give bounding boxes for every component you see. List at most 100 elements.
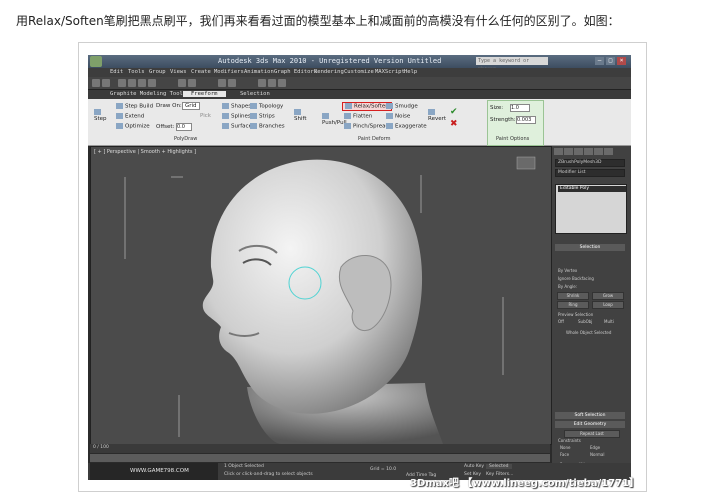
scale-icon[interactable] (148, 79, 156, 87)
flatten-button[interactable]: Flatten (344, 113, 372, 120)
preview-multi-radio[interactable]: Multi (604, 319, 614, 324)
align-icon[interactable] (228, 79, 236, 87)
preview-off-radio[interactable]: Off (558, 319, 564, 324)
object-name-field[interactable]: ZBrushPolyMesh3D (555, 159, 625, 167)
menu-help[interactable]: Help (404, 69, 417, 75)
extend-button[interactable]: Extend (116, 113, 144, 120)
stack-item-editable-poly[interactable]: Editable Poly (558, 186, 626, 192)
pinch-spread-button[interactable]: Pinch/Spread (344, 123, 389, 130)
noise-button[interactable]: Noise (386, 113, 410, 120)
menu-views[interactable]: Views (170, 69, 187, 75)
maximize-icon[interactable]: □ (606, 57, 615, 65)
optimize-button[interactable]: Optimize (116, 123, 150, 130)
tab-graphite-modeling-tools[interactable]: Graphite Modeling Tools (110, 91, 186, 97)
viewcube-icon[interactable] (516, 156, 536, 170)
app-logo-icon[interactable] (90, 56, 102, 67)
step-build-button[interactable]: Step Build (116, 103, 153, 110)
constraint-face-radio[interactable]: Face (560, 452, 569, 457)
snap-icon[interactable] (178, 79, 186, 87)
tab-freeform[interactable]: Freeform (183, 91, 226, 97)
pick-button[interactable]: Pick (200, 113, 211, 119)
menu-graph-editors[interactable]: Graph Editors (274, 69, 317, 75)
cancel-icon[interactable]: ✖ (450, 119, 458, 129)
constraint-edge-radio[interactable]: Edge (590, 445, 600, 450)
close-icon[interactable]: × (617, 57, 626, 65)
move-icon[interactable] (128, 79, 136, 87)
select-icon[interactable] (118, 79, 126, 87)
size-input[interactable]: 1.0 (510, 104, 530, 112)
track-bar[interactable] (90, 454, 550, 462)
ring-button[interactable]: Ring (557, 301, 589, 309)
constraint-normal-radio[interactable]: Normal (590, 452, 604, 457)
menu-tools[interactable]: Tools (128, 69, 145, 75)
menu-edit[interactable]: Edit (110, 69, 123, 75)
splines-button[interactable]: Splines (222, 113, 251, 120)
branches-button[interactable]: Branches (250, 123, 285, 130)
viewport-label[interactable]: [ + ] Perspective | Smooth + Highlights … (94, 149, 196, 155)
loop-button[interactable]: Loop (592, 301, 624, 309)
perspective-viewport[interactable]: [ + ] Perspective | Smooth + Highlights … (90, 146, 552, 445)
rollout-selection[interactable]: Selection (555, 244, 625, 251)
selected-dropdown[interactable]: Selected (486, 464, 512, 469)
offset-input[interactable]: 0.0 (176, 123, 192, 131)
motion-tab-icon[interactable] (584, 148, 593, 155)
menu-animation[interactable]: Animation (244, 69, 274, 75)
revert-button[interactable]: Revert (428, 109, 446, 122)
by-angle-checkbox[interactable]: By Angle: (558, 284, 577, 289)
smudge-label: Smudge (395, 103, 418, 110)
search-input[interactable]: Type a keyword or phrase (476, 57, 548, 72)
render-icon[interactable] (278, 79, 286, 87)
rollout-soft-selection[interactable]: Soft Selection (555, 412, 625, 419)
undo-icon[interactable] (92, 79, 100, 87)
display-tab-icon[interactable] (594, 148, 603, 155)
ignore-backfacing-checkbox[interactable]: Ignore Backfacing (558, 276, 594, 281)
relax-soften-button[interactable]: Relax/Soften (342, 102, 392, 111)
watermark-text: WWW.GAME798.COM (130, 468, 189, 474)
modify-tab-icon[interactable] (564, 148, 573, 155)
mirror-icon[interactable] (218, 79, 226, 87)
minimize-icon[interactable]: – (595, 57, 604, 65)
modifier-list-dropdown[interactable]: Modifier List (555, 169, 625, 177)
pinch-spread-label: Pinch/Spread (353, 123, 389, 130)
angle-snap-icon[interactable] (188, 79, 196, 87)
surface-button[interactable]: Surface (222, 123, 252, 130)
grow-button[interactable]: Grow (592, 292, 624, 300)
menu-bar: Edit Tools Group Views Create Modifiers … (88, 68, 631, 77)
strength-input[interactable]: 0.003 (516, 116, 536, 124)
material-editor-icon[interactable] (258, 79, 266, 87)
constraint-none-radio[interactable]: None (560, 445, 570, 450)
freeform-ribbon: Step Step Build Extend Optimize Draw On:… (88, 99, 631, 146)
menu-customize[interactable]: Customize (344, 69, 374, 75)
menu-group[interactable]: Group (149, 69, 166, 75)
relax-soften-label: Relax/Soften (354, 103, 389, 110)
by-vertex-checkbox[interactable]: By Vertex (558, 268, 577, 273)
draw-on-dropdown[interactable]: Grid (182, 102, 200, 110)
utilities-tab-icon[interactable] (604, 148, 613, 155)
strips-button[interactable]: Strips (250, 113, 275, 120)
menu-maxscript[interactable]: MAXScript (375, 69, 405, 75)
time-slider[interactable]: 0 / 100 (90, 444, 550, 453)
menu-modifiers[interactable]: Modifiers (214, 69, 244, 75)
rotate-icon[interactable] (138, 79, 146, 87)
auto-key-button[interactable]: Auto Key (464, 464, 484, 469)
topology-button[interactable]: Topology (250, 103, 283, 110)
shrink-button[interactable]: Shrink (557, 292, 589, 300)
shapes-button[interactable]: Shapes (222, 103, 251, 110)
create-tab-icon[interactable] (554, 148, 563, 155)
preview-subobj-radio[interactable]: SubObj (578, 319, 592, 324)
menu-create[interactable]: Create (191, 69, 211, 75)
hierarchy-tab-icon[interactable] (574, 148, 583, 155)
accept-icon[interactable]: ✔ (450, 107, 458, 117)
render-setup-icon[interactable] (268, 79, 276, 87)
redo-icon[interactable] (102, 79, 110, 87)
revert-icon (428, 109, 435, 115)
rollout-edit-geometry[interactable]: Edit Geometry (555, 421, 625, 428)
tab-selection[interactable]: Selection (240, 91, 270, 97)
repeat-last-button[interactable]: Repeat Last (564, 430, 620, 438)
push-pull-button[interactable]: Push/Pull (322, 113, 347, 126)
step-button[interactable]: Step (94, 109, 107, 122)
smudge-button[interactable]: Smudge (386, 103, 418, 110)
menu-rendering[interactable]: Rendering (314, 69, 344, 75)
exaggerate-button[interactable]: Exaggerate (386, 123, 427, 130)
shift-button[interactable]: Shift (294, 109, 307, 122)
